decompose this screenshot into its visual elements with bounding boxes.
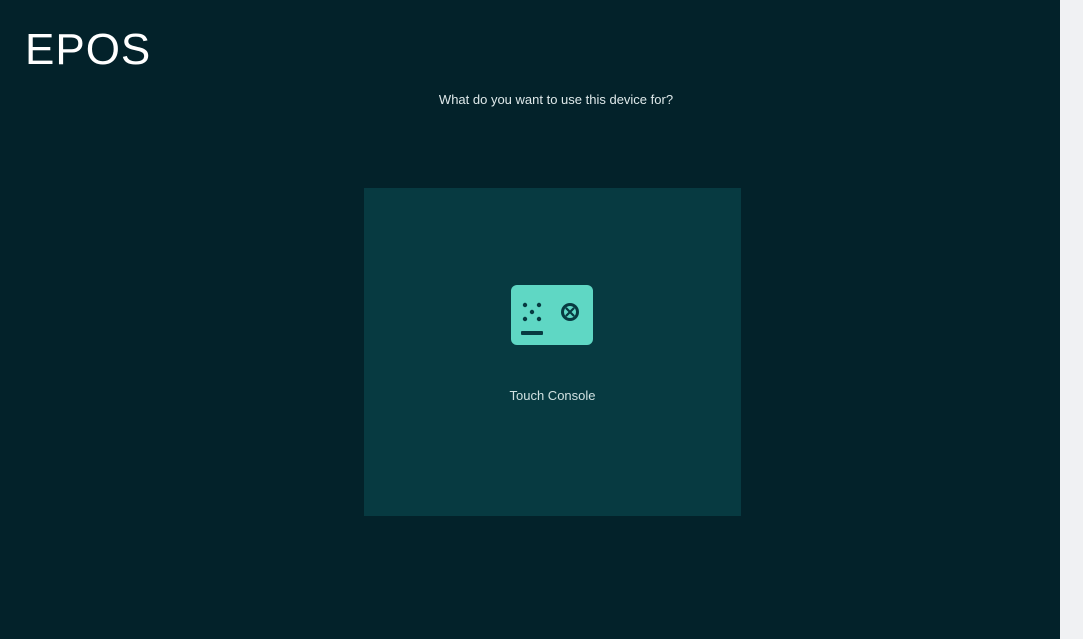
- option-touch-console-card[interactable]: Touch Console: [364, 188, 741, 516]
- touch-console-icon: [511, 285, 593, 345]
- option-touch-console-label: Touch Console: [509, 388, 596, 403]
- setup-screen: EPOS What do you want to use this device…: [0, 0, 1060, 639]
- setup-question: What do you want to use this device for?: [438, 92, 674, 107]
- window-margin: [1060, 0, 1083, 639]
- brand-logo-text: EPOS: [25, 25, 152, 74]
- brand-logo: EPOS: [25, 24, 151, 76]
